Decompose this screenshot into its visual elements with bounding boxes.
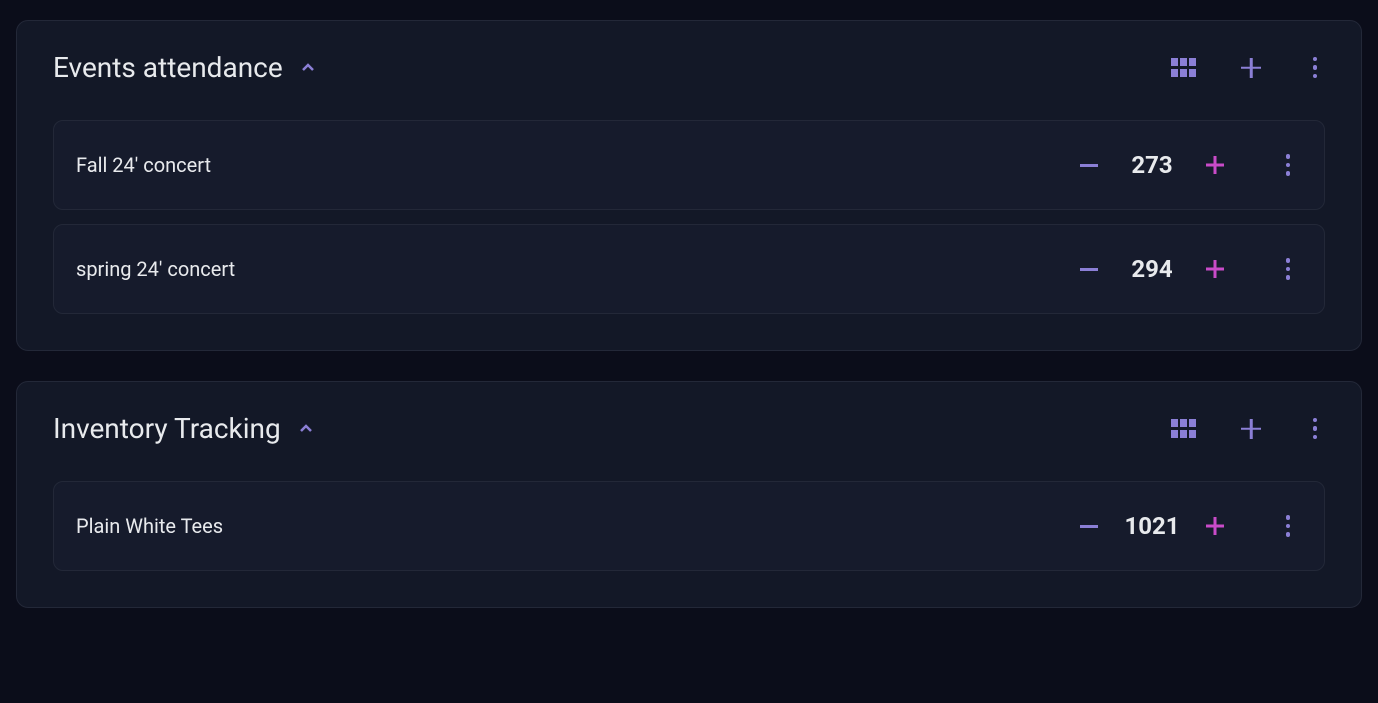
decrement-button[interactable] (1080, 525, 1098, 528)
group-header: Events attendance (53, 51, 1325, 84)
grid-view-icon[interactable] (1171, 58, 1197, 78)
counter-value: 294 (1122, 255, 1182, 283)
counter-value: 273 (1122, 151, 1182, 179)
counter-value: 1021 (1122, 512, 1182, 540)
group-card: Inventory Tracking Plain White Tees 1021 (16, 381, 1362, 608)
add-counter-button[interactable] (1241, 58, 1261, 78)
counter-menu-icon[interactable] (1278, 515, 1298, 537)
counter-name: spring 24' concert (76, 257, 235, 281)
counter-menu-icon[interactable] (1278, 258, 1298, 280)
decrement-button[interactable] (1080, 164, 1098, 167)
group-menu-icon[interactable] (1305, 57, 1325, 79)
group-actions (1171, 418, 1325, 440)
chevron-up-icon (299, 59, 317, 77)
increment-button[interactable] (1206, 260, 1224, 278)
decrement-button[interactable] (1080, 268, 1098, 271)
grid-view-icon[interactable] (1171, 419, 1197, 439)
increment-button[interactable] (1206, 517, 1224, 535)
counter-controls: 273 (1080, 151, 1298, 179)
group-title-toggle[interactable]: Events attendance (53, 51, 317, 84)
counter-name: Plain White Tees (76, 514, 223, 538)
counter-row: spring 24' concert 294 (53, 224, 1325, 314)
add-counter-button[interactable] (1241, 419, 1261, 439)
counter-controls: 1021 (1080, 512, 1298, 540)
group-actions (1171, 57, 1325, 79)
group-card: Events attendance Fall 24' concert 273 (16, 20, 1362, 351)
chevron-up-icon (297, 420, 315, 438)
counter-menu-icon[interactable] (1278, 154, 1298, 176)
group-title: Events attendance (53, 51, 283, 84)
counter-row: Fall 24' concert 273 (53, 120, 1325, 210)
group-title-toggle[interactable]: Inventory Tracking (53, 412, 315, 445)
group-menu-icon[interactable] (1305, 418, 1325, 440)
counter-row: Plain White Tees 1021 (53, 481, 1325, 571)
group-title: Inventory Tracking (53, 412, 281, 445)
increment-button[interactable] (1206, 156, 1224, 174)
counter-name: Fall 24' concert (76, 153, 211, 177)
group-header: Inventory Tracking (53, 412, 1325, 445)
counter-controls: 294 (1080, 255, 1298, 283)
